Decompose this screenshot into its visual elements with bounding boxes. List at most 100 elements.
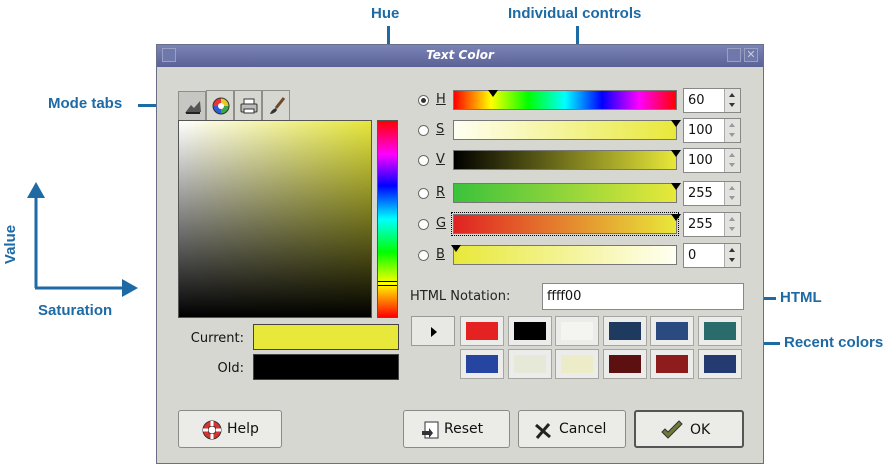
slider-v[interactable] xyxy=(453,150,681,170)
help-button[interactable]: Help xyxy=(178,410,282,448)
spinbutton-b[interactable]: 0 xyxy=(683,243,741,268)
spinbutton-g-value: 255 xyxy=(688,217,713,232)
tab-scale-mode[interactable] xyxy=(178,91,206,121)
spin-down-icon[interactable] xyxy=(729,103,735,107)
slider-v-knob[interactable] xyxy=(671,150,681,157)
recent-color-swatch[interactable] xyxy=(602,316,647,346)
close-icon[interactable]: ✕ xyxy=(744,48,758,62)
recent-color-swatch[interactable] xyxy=(460,316,504,346)
recent-color-swatch[interactable] xyxy=(460,349,504,379)
recent-color-fill xyxy=(608,355,641,373)
label-g: G xyxy=(436,216,447,231)
html-notation-input[interactable] xyxy=(542,283,744,310)
recent-color-swatch[interactable] xyxy=(507,316,552,346)
value-saturation-axes xyxy=(27,182,138,297)
radio-s[interactable] xyxy=(418,125,429,136)
old-color-swatch[interactable] xyxy=(253,354,399,380)
watercolor-brush-icon xyxy=(270,97,286,114)
callout-recent-colors: Recent colors xyxy=(784,334,884,351)
radio-r[interactable] xyxy=(418,188,429,199)
spinbutton-h[interactable]: 60 xyxy=(683,88,741,113)
recent-color-swatch[interactable] xyxy=(697,316,742,346)
reset-label: Reset xyxy=(444,421,484,437)
recent-color-swatch[interactable] xyxy=(650,349,694,379)
spin-up-icon[interactable] xyxy=(729,217,735,221)
saturation-value-square[interactable] xyxy=(178,120,372,318)
spin-down-icon[interactable] xyxy=(729,258,735,262)
slider-r[interactable] xyxy=(453,183,681,203)
title-bar[interactable]: Text Color ✕ xyxy=(157,45,763,67)
recent-color-swatch[interactable] xyxy=(507,349,552,379)
recent-color-swatch[interactable] xyxy=(697,349,742,379)
spin-arrows[interactable] xyxy=(724,89,740,112)
recent-color-swatch[interactable] xyxy=(555,349,599,379)
slider-b[interactable] xyxy=(451,245,677,265)
spinbutton-g[interactable]: 255 xyxy=(683,212,741,237)
callout-html: HTML xyxy=(780,289,822,306)
spin-arrows[interactable] xyxy=(724,244,740,267)
spin-down-icon[interactable] xyxy=(729,133,735,137)
reset-button[interactable]: Reset xyxy=(403,410,510,448)
callout-saturation: Saturation xyxy=(38,302,113,319)
spin-down-icon[interactable] xyxy=(729,227,735,231)
cancel-button[interactable]: Cancel xyxy=(518,410,626,448)
recent-color-swatch[interactable] xyxy=(555,316,599,346)
spin-arrows[interactable] xyxy=(724,149,740,172)
recent-color-swatch[interactable] xyxy=(650,316,694,346)
spin-arrows[interactable] xyxy=(724,119,740,142)
recent-color-fill xyxy=(703,355,736,373)
reset-icon xyxy=(422,421,439,439)
slider-g[interactable] xyxy=(451,212,681,236)
hue-strip[interactable] xyxy=(377,120,398,318)
spinbutton-s-value: 100 xyxy=(688,123,713,138)
recent-color-fill xyxy=(561,355,593,373)
tab-wheel-mode[interactable] xyxy=(206,90,234,120)
spin-up-icon[interactable] xyxy=(729,123,735,127)
radio-b[interactable] xyxy=(418,250,429,261)
scale-painter-icon xyxy=(185,101,201,114)
help-label: Help xyxy=(227,421,259,437)
spin-down-icon[interactable] xyxy=(729,163,735,167)
spinbutton-b-value: 0 xyxy=(688,248,697,263)
spinbutton-s[interactable]: 100 xyxy=(683,118,741,143)
spin-down-icon[interactable] xyxy=(729,196,735,200)
label-s: S xyxy=(436,122,445,137)
spin-up-icon[interactable] xyxy=(729,248,735,252)
spinbutton-v[interactable]: 100 xyxy=(683,148,741,173)
radio-g[interactable] xyxy=(418,219,429,230)
radio-v[interactable] xyxy=(418,155,429,166)
spin-up-icon[interactable] xyxy=(729,93,735,97)
current-color-swatch xyxy=(253,324,399,350)
slider-h-knob[interactable] xyxy=(488,90,499,97)
slider-s-knob[interactable] xyxy=(671,120,681,127)
spin-arrows[interactable] xyxy=(724,213,740,236)
recent-color-fill xyxy=(513,322,546,340)
spinbutton-h-value: 60 xyxy=(688,93,705,108)
slider-h[interactable] xyxy=(453,90,677,110)
ok-button[interactable]: OK xyxy=(634,410,744,448)
slider-b-knob[interactable] xyxy=(451,245,461,252)
maximize-button[interactable] xyxy=(727,48,741,62)
html-notation-label: HTML Notation: xyxy=(410,289,511,304)
spinbutton-r[interactable]: 255 xyxy=(683,181,741,206)
spin-up-icon[interactable] xyxy=(729,186,735,190)
spinbutton-r-value: 255 xyxy=(688,186,713,201)
cancel-label: Cancel xyxy=(559,421,607,437)
slider-s[interactable] xyxy=(453,120,681,140)
radio-h[interactable] xyxy=(418,95,429,106)
old-label: Old: xyxy=(217,361,244,376)
color-history-button[interactable] xyxy=(411,316,455,346)
cancel-x-icon xyxy=(535,423,551,439)
recent-color-fill xyxy=(608,322,641,340)
lifebuoy-icon xyxy=(202,420,222,440)
tab-watercolor-mode[interactable] xyxy=(262,90,290,120)
spin-up-icon[interactable] xyxy=(729,153,735,157)
hue-marker[interactable] xyxy=(378,281,397,286)
recent-color-swatch[interactable] xyxy=(602,349,647,379)
slider-g-knob[interactable] xyxy=(671,214,681,221)
slider-r-knob[interactable] xyxy=(671,183,681,190)
current-label: Current: xyxy=(190,331,244,346)
tab-cmyk-mode[interactable] xyxy=(234,90,262,120)
label-r: R xyxy=(436,185,446,200)
spin-arrows[interactable] xyxy=(724,182,740,205)
